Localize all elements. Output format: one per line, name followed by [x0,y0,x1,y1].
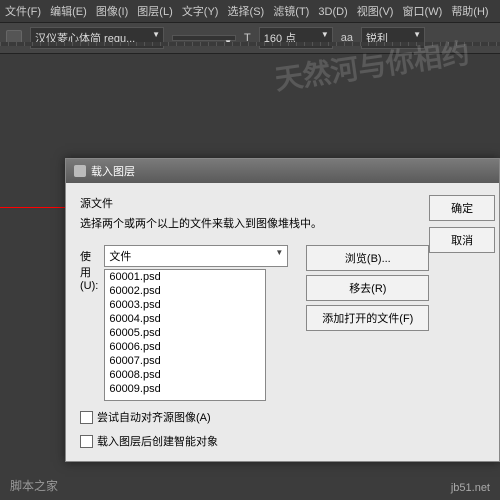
smart-object-label: 载入图层后创建智能对象 [97,433,218,449]
list-item[interactable]: 60004.psd [105,312,265,326]
use-label: 使用(U): [80,245,98,292]
dialog-titlebar[interactable]: 载入图层 [66,159,499,183]
menu-file[interactable]: 文件(F) [5,6,41,18]
dialog-title: 载入图层 [91,163,135,179]
ok-button[interactable]: 确定 [429,195,495,221]
list-item[interactable]: 60001.psd [105,270,265,284]
menu-filter[interactable]: 滤镜(T) [273,6,309,18]
file-listbox[interactable]: 60001.psd60002.psd60003.psd60004.psd6000… [104,269,266,401]
remove-button[interactable]: 移去(R) [306,275,429,301]
menu-edit[interactable]: 编辑(E) [50,6,87,18]
auto-align-label: 尝试自动对齐源图像(A) [97,409,211,425]
menu-layer[interactable]: 图层(L) [137,6,172,18]
menu-3d[interactable]: 3D(D) [318,6,347,18]
smart-object-checkbox[interactable] [80,435,93,448]
menu-view[interactable]: 视图(V) [357,6,394,18]
load-layers-dialog: 载入图层 源文件 选择两个或两个以上的文件来载入到图像堆栈中。 使用(U): 文… [65,158,500,462]
menu-bar: 文件(F) 编辑(E) 图像(I) 图层(L) 文字(Y) 选择(S) 滤镜(T… [0,0,500,23]
list-item[interactable]: 60003.psd [105,298,265,312]
add-open-files-button[interactable]: 添加打开的文件(F) [306,305,429,331]
list-item[interactable]: 60007.psd [105,354,265,368]
menu-select[interactable]: 选择(S) [228,6,265,18]
font-style-dropdown[interactable] [172,35,236,41]
list-item[interactable]: 60009.psd [105,382,265,396]
dialog-icon [74,165,86,177]
options-bar: 汉仪菱心体简 regu... T 160 点 aa 锐利 [0,23,500,54]
menu-image[interactable]: 图像(I) [96,6,128,18]
list-item[interactable]: 60008.psd [105,368,265,382]
menu-help[interactable]: 帮助(H) [451,6,488,18]
section-description: 选择两个或两个以上的文件来载入到图像堆栈中。 [80,215,429,231]
menu-type[interactable]: 文字(Y) [182,6,219,18]
ruler [0,42,500,46]
footer-left: 脚本之家 [10,477,58,494]
cancel-button[interactable]: 取消 [429,227,495,253]
section-heading: 源文件 [80,195,429,211]
menu-window[interactable]: 窗口(W) [403,6,443,18]
use-dropdown[interactable]: 文件 [104,245,288,267]
auto-align-checkbox[interactable] [80,411,93,424]
browse-button[interactable]: 浏览(B)... [306,245,429,271]
list-item[interactable]: 60005.psd [105,326,265,340]
list-item[interactable]: 60002.psd [105,284,265,298]
footer-right: jb51.net [451,482,490,494]
list-item[interactable]: 60006.psd [105,340,265,354]
